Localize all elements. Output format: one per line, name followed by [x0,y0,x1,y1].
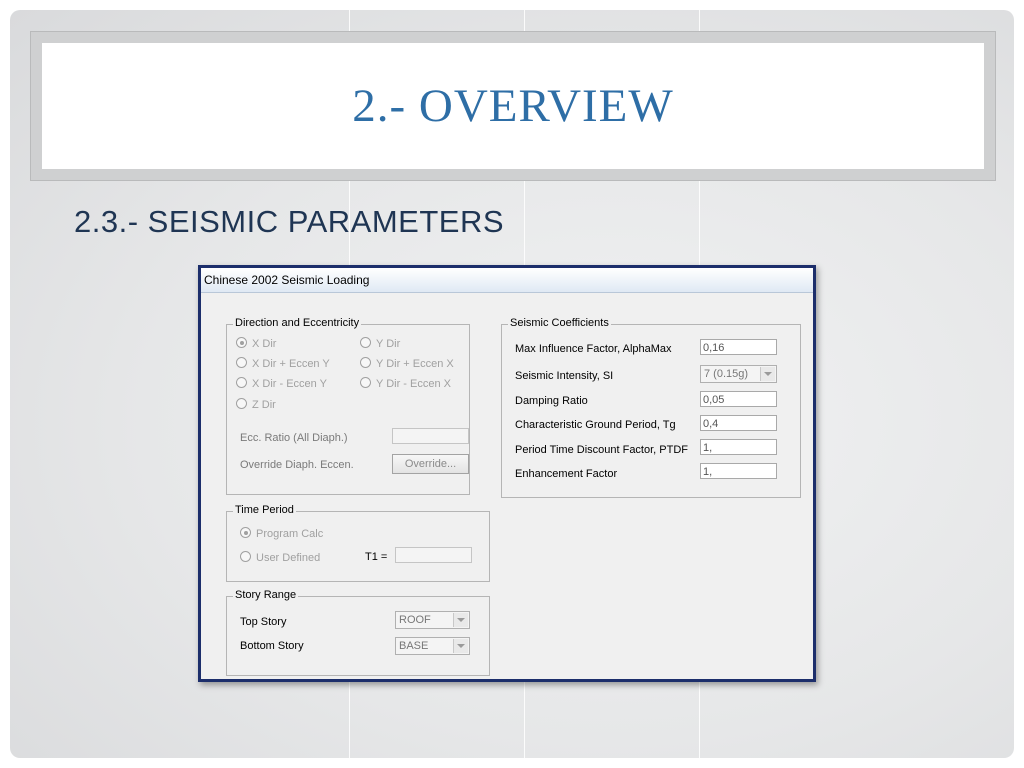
radio-selected-icon [240,527,251,538]
alpha-max-field[interactable]: 0,16 [700,339,777,355]
seismic-loading-dialog: Chinese 2002 Seismic Loading Direction a… [198,265,816,682]
ptdf-field[interactable]: 1, [700,439,777,455]
ground-period-label: Characteristic Ground Period, Tg [515,419,676,431]
coefficients-legend: Seismic Coefficients [508,317,611,329]
seismic-coefficients-group: Seismic Coefficients Max Influence Facto… [501,317,801,498]
top-story-select[interactable]: ROOF [395,611,470,629]
radio-empty-icon [236,377,247,388]
seismic-intensity-select[interactable]: 7 (0.15g) [700,365,777,383]
direction-group-legend: Direction and Eccentricity [233,317,362,329]
t1-field[interactable] [395,547,472,563]
story-range-legend: Story Range [233,589,299,601]
radio-empty-icon [240,551,251,562]
alpha-max-label: Max Influence Factor, AlphaMax [515,343,672,355]
slide-title: 2.- OVERVIEW [352,80,674,132]
radio-y-dir-plus-eccen[interactable]: Y Dir + Eccen X [360,357,454,370]
radio-z-dir[interactable]: Z Dir [236,398,276,411]
radio-x-dir[interactable]: X Dir [236,337,276,350]
enhancement-factor-label: Enhancement Factor [515,468,618,480]
radio-y-dir[interactable]: Y Dir [360,337,400,350]
radio-empty-icon [236,357,247,368]
time-period-group: Time Period Program Calc User Defined T1… [226,504,490,582]
ptdf-label: Period Time Discount Factor, PTDF [515,444,688,456]
radio-empty-icon [360,337,371,348]
radio-selected-icon [236,337,247,348]
radio-empty-icon [360,377,371,388]
seismic-intensity-label: Seismic Intensity, SI [515,370,614,382]
chevron-down-icon[interactable] [453,639,468,653]
radio-y-dir-minus-eccen[interactable]: Y Dir - Eccen X [360,377,451,390]
chevron-down-icon[interactable] [760,367,775,381]
damping-ratio-field[interactable]: 0,05 [700,391,777,407]
damping-ratio-label: Damping Ratio [515,395,588,407]
bottom-story-label: Bottom Story [240,640,304,652]
radio-x-dir-plus-eccen[interactable]: X Dir + Eccen Y [236,357,330,370]
top-story-label: Top Story [240,616,287,628]
radio-user-defined[interactable]: User Defined [240,551,320,564]
radio-empty-icon [236,398,247,409]
enhancement-factor-field[interactable]: 1, [700,463,777,479]
radio-program-calc[interactable]: Program Calc [240,527,323,540]
ecc-ratio-label: Ecc. Ratio (All Diaph.) [240,432,348,444]
chevron-down-icon[interactable] [453,613,468,627]
direction-eccentricity-group: Direction and Eccentricity X Dir Y Dir X… [226,317,470,495]
override-eccen-label: Override Diaph. Eccen. [240,459,354,471]
title-frame: 2.- OVERVIEW [30,31,996,181]
override-button[interactable]: Override... [392,454,469,474]
slide-subtitle: 2.3.- SEISMIC PARAMETERS [74,204,505,239]
story-range-group: Story Range Top Story ROOF Bottom Story … [226,589,490,676]
time-period-legend: Time Period [233,504,296,516]
ground-period-field[interactable]: 0,4 [700,415,777,431]
radio-x-dir-minus-eccen[interactable]: X Dir - Eccen Y [236,377,327,390]
t1-label: T1 = [365,551,388,563]
ecc-ratio-field[interactable] [392,428,469,444]
dialog-title: Chinese 2002 Seismic Loading [204,273,370,287]
dialog-titlebar[interactable]: Chinese 2002 Seismic Loading [201,268,813,293]
radio-empty-icon [360,357,371,368]
bottom-story-select[interactable]: BASE [395,637,470,655]
title-box: 2.- OVERVIEW [42,43,984,169]
